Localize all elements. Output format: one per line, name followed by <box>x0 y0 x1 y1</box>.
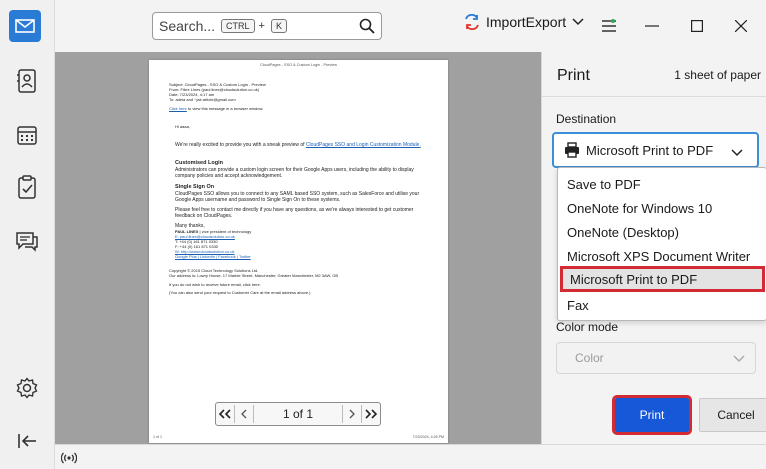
chat-icon[interactable] <box>12 226 42 256</box>
printer-icon <box>564 142 580 158</box>
import-export-label: ImportExport <box>486 14 567 30</box>
status-bar <box>55 444 766 469</box>
heading-custom-login: Customised Login <box>175 160 223 166</box>
page-footer-right: 7/23/2024, 4:26 PM <box>412 435 444 439</box>
page-footer-left: 1 of 1 <box>153 435 162 439</box>
intro-text: We're really excited to provide you with… <box>175 142 306 148</box>
print-panel: Print 1 sheet of paper Destination Micro… <box>541 52 766 444</box>
greeting: Hi aaaa, <box>175 124 190 129</box>
option-xps-writer[interactable]: Microsoft XPS Document Writer <box>558 244 766 268</box>
option-onenote-desktop[interactable]: OneNote (Desktop) <box>558 220 766 244</box>
color-mode-label: Color mode <box>556 320 619 334</box>
chevron-down-icon <box>731 144 743 162</box>
ctrl-key-hint: CTRL <box>221 19 255 33</box>
chevron-down-icon <box>733 352 745 366</box>
last-page-button[interactable] <box>362 404 380 424</box>
top-bar: Search... CTRL + K ImportExport <box>55 0 766 52</box>
destination-dropdown: Save to PDF OneNote for Windows 10 OneNo… <box>557 167 766 321</box>
import-export-button[interactable]: ImportExport <box>464 14 584 30</box>
preview-page: CloudPages - SSO & Custom Login - Previe… <box>149 60 448 443</box>
contacts-icon[interactable] <box>12 66 42 96</box>
para-sso: CloudPages SSO allows you to connect to … <box>175 191 420 203</box>
sheet-count: 1 sheet of paper <box>674 68 761 82</box>
print-preview-area: CloudPages - SSO & Custom Login - Previe… <box>55 52 541 444</box>
option-fax[interactable]: Fax <box>558 293 766 317</box>
heading-sso: Single Sign On <box>175 184 215 190</box>
search-placeholder: Search... <box>159 18 216 34</box>
k-key-hint: K <box>270 19 287 33</box>
collapse-icon[interactable] <box>12 426 42 456</box>
para-custom-login: Administrators can provide a custom logi… <box>175 167 414 179</box>
page-indicator: 1 of 1 <box>282 407 314 421</box>
minimize-icon[interactable] <box>640 14 664 38</box>
close-icon[interactable] <box>729 14 753 38</box>
click-here-link: Click here <box>169 106 187 111</box>
destination-label: Destination <box>556 112 617 126</box>
para-contact: Please feel free to contact me directly … <box>175 207 414 219</box>
print-title: Print <box>557 67 590 84</box>
click-here-rest: to view this message in a browser window… <box>186 106 264 111</box>
panel-divider <box>542 96 766 97</box>
key-plus: + <box>258 20 265 32</box>
address: Our address is: Lowry House, 17 Marble S… <box>169 273 339 278</box>
menu-icon[interactable] <box>597 14 621 38</box>
search-input[interactable]: Search... CTRL + K <box>152 12 382 40</box>
chevron-down-icon <box>572 18 584 26</box>
connection-status-icon[interactable] <box>60 451 78 469</box>
sig-social: Google Plus | Linkedin | Facebook | Twit… <box>175 254 251 259</box>
calendar-icon[interactable] <box>12 120 42 150</box>
color-mode-value: Color <box>575 351 604 365</box>
page-navigator: 1 of 1 <box>215 402 381 426</box>
settings-icon[interactable] <box>12 373 42 403</box>
print-button[interactable]: Print <box>612 395 692 435</box>
first-page-button[interactable] <box>216 404 234 424</box>
destination-select[interactable]: Microsoft Print to PDF <box>552 132 759 168</box>
color-mode-select[interactable]: Color <box>556 342 756 374</box>
maximize-icon[interactable] <box>685 14 709 38</box>
import-export-icon <box>464 14 480 30</box>
option-print-to-pdf[interactable]: Microsoft Print to PDF <box>560 266 765 292</box>
option-save-to-pdf[interactable]: Save to PDF <box>558 172 766 196</box>
page-header: CloudPages - SSO & Custom Login - Previe… <box>259 63 338 67</box>
destination-value: Microsoft Print to PDF <box>586 142 714 158</box>
left-rail <box>0 0 55 469</box>
footer-note: (You can also send your request to Custo… <box>169 290 311 295</box>
cancel-button[interactable]: Cancel <box>699 398 766 432</box>
unsubscribe-text: If you do not wish to receive future ema… <box>169 282 261 287</box>
next-page-button[interactable] <box>343 404 361 424</box>
email-to: To: adela and ~jair.article@gmail.com <box>169 97 236 102</box>
intro-link: CloudPages SSO and Login Customization M… <box>305 142 421 148</box>
search-icon[interactable] <box>359 18 375 39</box>
tasks-icon[interactable] <box>12 172 42 202</box>
prev-page-button[interactable] <box>235 404 253 424</box>
option-onenote-win10[interactable]: OneNote for Windows 10 <box>558 196 766 220</box>
mail-icon[interactable] <box>9 10 41 42</box>
